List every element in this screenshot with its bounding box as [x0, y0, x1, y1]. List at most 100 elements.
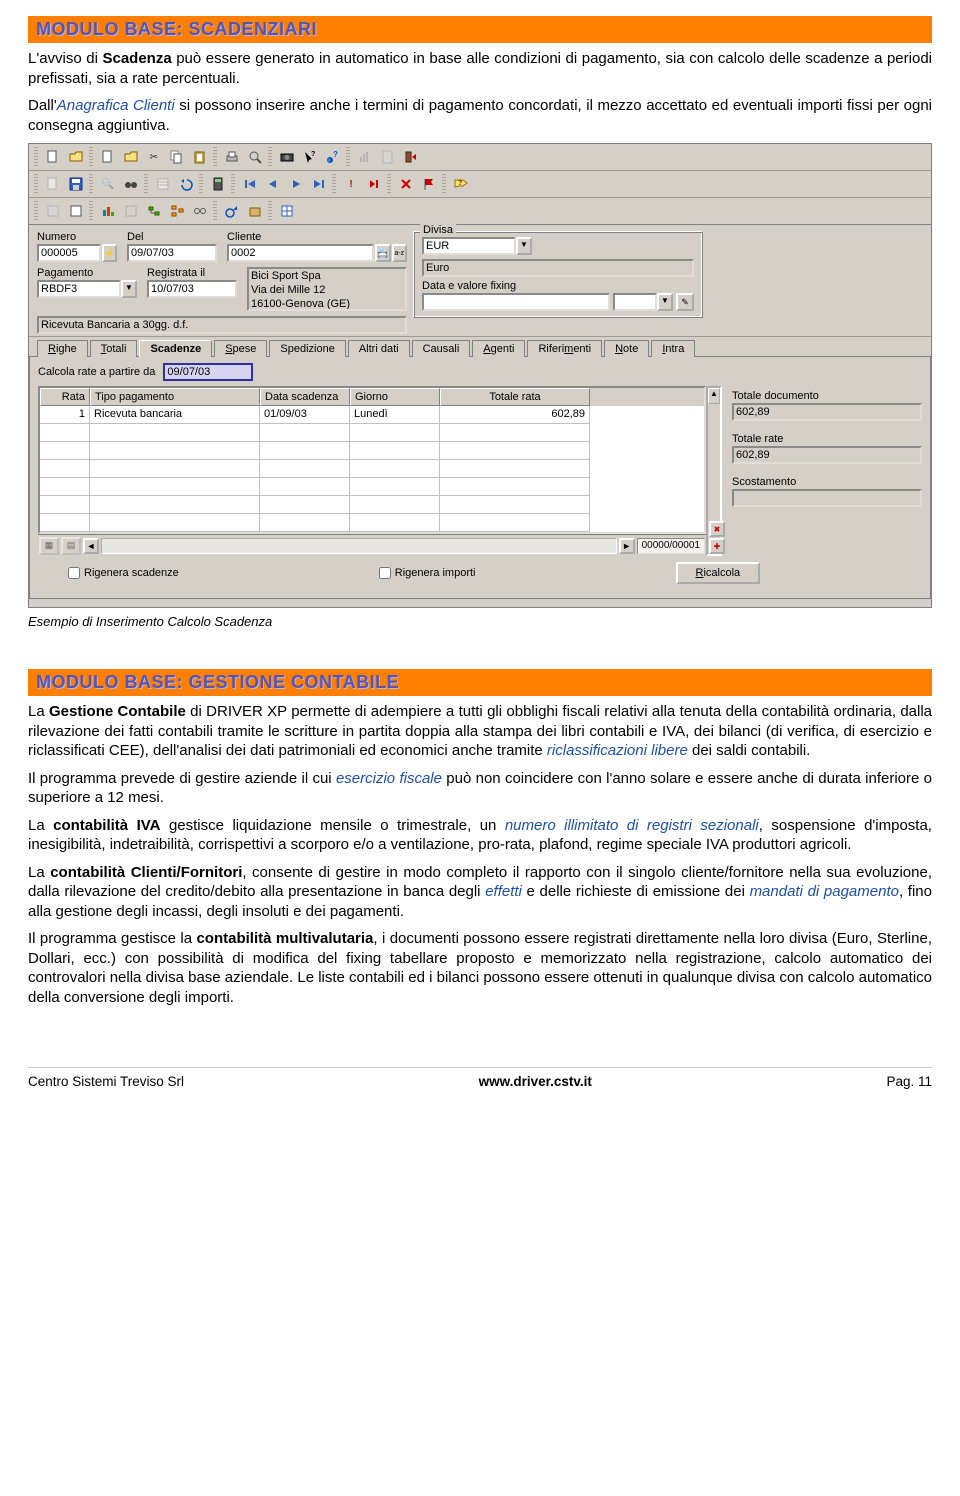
footer-page: Pag. 11: [886, 1074, 932, 1089]
tab-agenti[interactable]: Agenti: [472, 340, 525, 357]
fixing-value-input[interactable]: [613, 293, 657, 311]
divisa-group: Divisa ▼ Euro Data e valore fixing ▼ ✎: [413, 231, 703, 318]
form1-icon[interactable]: [43, 201, 63, 221]
cliente-card-icon[interactable]: 📇: [375, 244, 390, 262]
section-title-contabile: MODULO BASE: GESTIONE CONTABILE: [36, 672, 924, 693]
next-icon[interactable]: [286, 174, 306, 194]
cliente-sort-icon[interactable]: a-z: [392, 244, 407, 262]
exclaim-icon[interactable]: !: [341, 174, 361, 194]
tab-scadenze[interactable]: Scadenze: [139, 340, 212, 357]
fixing-edit-icon[interactable]: ✎: [676, 293, 694, 311]
cut-icon[interactable]: ✂: [144, 147, 164, 167]
rate-grid[interactable]: Rata Tipo pagamento Data scadenza Giorno…: [38, 386, 706, 534]
link-icon[interactable]: [190, 201, 210, 221]
list-icon[interactable]: [153, 174, 173, 194]
calcola-label: Calcola rate a partire da: [38, 366, 155, 378]
paste-icon[interactable]: [190, 147, 210, 167]
tree2-icon[interactable]: [167, 201, 187, 221]
grid-add-icon[interactable]: ✚: [709, 538, 725, 554]
tab-riferimenti[interactable]: Riferimenti: [527, 340, 602, 357]
binoc-icon[interactable]: [121, 174, 141, 194]
info-icon[interactable]: i?: [323, 147, 343, 167]
totdoc-label: Totale documento: [732, 390, 922, 402]
open2-icon[interactable]: [121, 147, 141, 167]
first-icon[interactable]: [240, 174, 260, 194]
intro-para-2: Dall'Anagrafica Clienti si possono inser…: [28, 96, 932, 135]
calc-icon[interactable]: [208, 174, 228, 194]
box-icon[interactable]: [245, 201, 265, 221]
bar2-icon[interactable]: [121, 201, 141, 221]
help-icon[interactable]: ?: [451, 174, 471, 194]
grid-del-icon[interactable]: ✖: [709, 521, 725, 537]
exit-icon[interactable]: [401, 147, 421, 167]
chk-rigenera-importi[interactable]: Rigenera importi: [379, 567, 476, 579]
pagamento-label: Pagamento: [37, 267, 137, 279]
tab-totali[interactable]: Totali: [90, 340, 138, 357]
tab-causali[interactable]: Causali: [412, 340, 471, 357]
search-icon[interactable]: 🔍: [98, 174, 118, 194]
grid-nav2-icon[interactable]: ▤: [61, 537, 81, 555]
scrollbar-h[interactable]: [101, 538, 617, 554]
new-rec-icon[interactable]: [43, 174, 63, 194]
calcola-date-input[interactable]: [163, 363, 253, 381]
contabile-p4: La contabilità Clienti/Fornitori, consen…: [28, 863, 932, 922]
divisa-select[interactable]: [422, 237, 516, 255]
whatsthis-icon[interactable]: ?: [300, 147, 320, 167]
ricalcola-button[interactable]: Ricalcola: [676, 562, 761, 584]
cliente-input[interactable]: [227, 244, 374, 262]
copy-icon[interactable]: [167, 147, 187, 167]
grid-nav1-icon[interactable]: ▦: [39, 537, 59, 555]
dropdown-icon[interactable]: ▼: [516, 237, 532, 255]
open-icon[interactable]: [66, 147, 86, 167]
chk-rigenera-scadenze[interactable]: Rigenera scadenze: [68, 567, 179, 579]
run-icon[interactable]: [364, 174, 384, 194]
last-icon[interactable]: [309, 174, 329, 194]
dropdown-icon[interactable]: ▼: [121, 280, 137, 298]
form2-icon[interactable]: [66, 201, 86, 221]
refresh-icon[interactable]: [222, 201, 242, 221]
pagamento-select[interactable]: [37, 280, 121, 298]
fixing-label: Data e valore fixing: [422, 280, 694, 292]
print-icon[interactable]: [222, 147, 242, 167]
chart-icon[interactable]: [355, 147, 375, 167]
registrata-input[interactable]: [147, 280, 237, 298]
numero-input[interactable]: [37, 244, 101, 262]
contabile-p1: La Gestione Contabile di DRIVER XP perme…: [28, 702, 932, 761]
new-icon[interactable]: [43, 147, 63, 167]
scost-value: [732, 489, 922, 507]
grip-icon: [199, 174, 203, 194]
record-counter: 00000/00001: [637, 538, 705, 554]
preview-icon[interactable]: [245, 147, 265, 167]
tab-spese[interactable]: Spese: [214, 340, 267, 357]
doc-icon[interactable]: [98, 147, 118, 167]
grip-icon: [268, 201, 272, 221]
grid-first-icon[interactable]: ◄: [83, 538, 99, 554]
tab-spedizione[interactable]: Spedizione: [269, 340, 345, 357]
tab-altridati[interactable]: Altri dati: [348, 340, 410, 357]
tab-note[interactable]: Note: [604, 340, 649, 357]
grid-icon[interactable]: [277, 201, 297, 221]
camera-icon[interactable]: [277, 147, 297, 167]
delete-icon[interactable]: [396, 174, 416, 194]
tab-intra[interactable]: Intra: [651, 340, 695, 357]
cliente-address: Bici Sport Spa Via dei Mille 12 16100-Ge…: [247, 267, 407, 311]
scrollbar-v[interactable]: ▲ ✖ ✚: [706, 386, 722, 556]
dropdown-icon[interactable]: ▼: [657, 293, 673, 311]
table-row[interactable]: 1 Ricevuta bancaria 01/09/03 Lunedì 602,…: [40, 406, 704, 424]
del-input[interactable]: [127, 244, 217, 262]
tree1-icon[interactable]: [144, 201, 164, 221]
undo-icon[interactable]: [176, 174, 196, 194]
grid-last-icon[interactable]: ►: [619, 538, 635, 554]
intro-para-1: L'avviso di Scadenza può essere generato…: [28, 49, 932, 88]
fixing-date-input[interactable]: [422, 293, 610, 311]
totdoc-value: 602,89: [732, 403, 922, 421]
bar1-icon[interactable]: [98, 201, 118, 221]
flag-icon[interactable]: [419, 174, 439, 194]
report-icon[interactable]: [378, 147, 398, 167]
numero-lookup-icon[interactable]: ⚡: [102, 244, 117, 262]
footer-url: www.driver.cstv.it: [479, 1074, 592, 1089]
tab-righe[interactable]: Righe: [37, 340, 88, 357]
prev-icon[interactable]: [263, 174, 283, 194]
save-icon[interactable]: [66, 174, 86, 194]
section-header-scadenziari: MODULO BASE: SCADENZIARI: [28, 16, 932, 43]
